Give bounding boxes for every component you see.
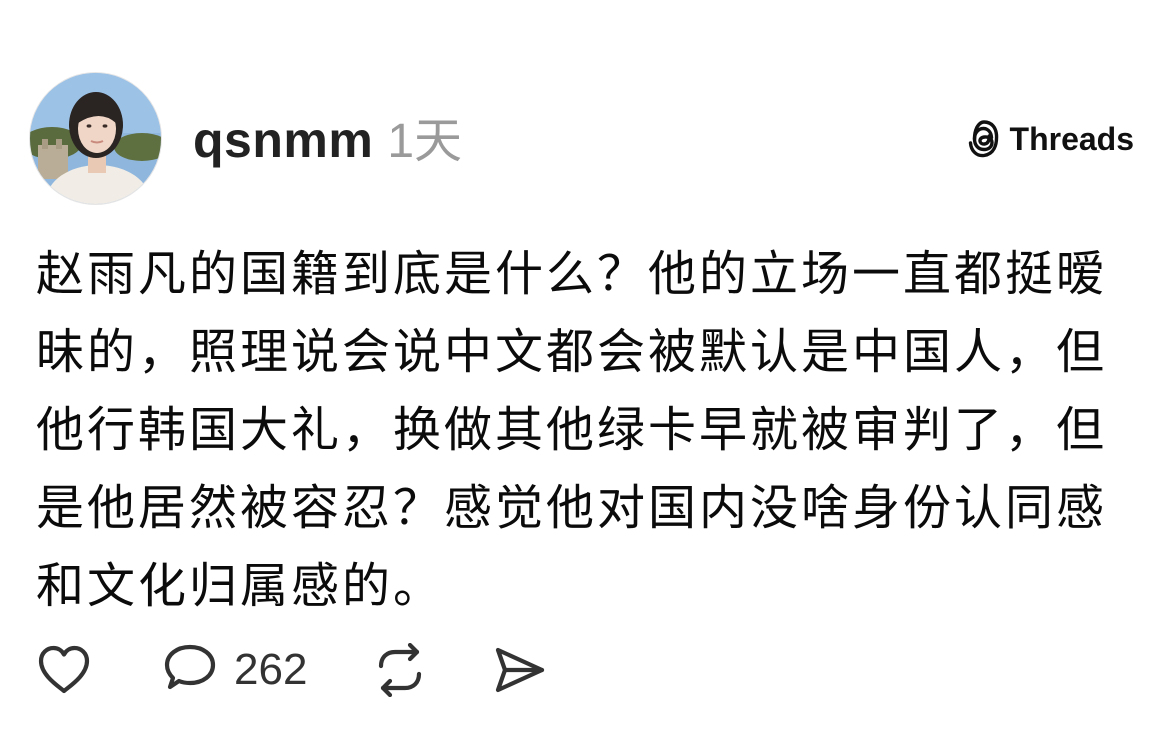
threads-brand: Threads: [966, 115, 1134, 163]
author-avatar[interactable]: [30, 73, 161, 204]
repost-button[interactable]: [373, 643, 427, 697]
post-header: qsnmm 1天: [193, 108, 462, 172]
send-icon: [496, 647, 545, 693]
reply-button[interactable]: 262: [162, 640, 307, 700]
share-button[interactable]: [493, 644, 547, 696]
post-timestamp: 1天: [387, 115, 463, 168]
post-actions: 262: [36, 640, 547, 700]
repost-icon: [379, 643, 422, 697]
heart-icon: [38, 645, 90, 694]
like-button[interactable]: [36, 644, 92, 696]
profile-photo: [30, 73, 161, 204]
author-username[interactable]: qsnmm: [193, 108, 373, 172]
threads-post-card: qsnmm 1天 Threads 赵雨凡的国籍到底是什么？他的立场一直都挺暧昧的…: [0, 0, 1170, 731]
post-text: 赵雨凡的国籍到底是什么？他的立场一直都挺暧昧的，照理说会说中文都会被默认是中国人…: [36, 246, 1108, 614]
threads-logo-icon: [968, 120, 998, 158]
comment-bubble-icon: [164, 644, 216, 690]
threads-brand-name: Threads: [1009, 121, 1134, 157]
reply-count: 262: [234, 645, 308, 694]
